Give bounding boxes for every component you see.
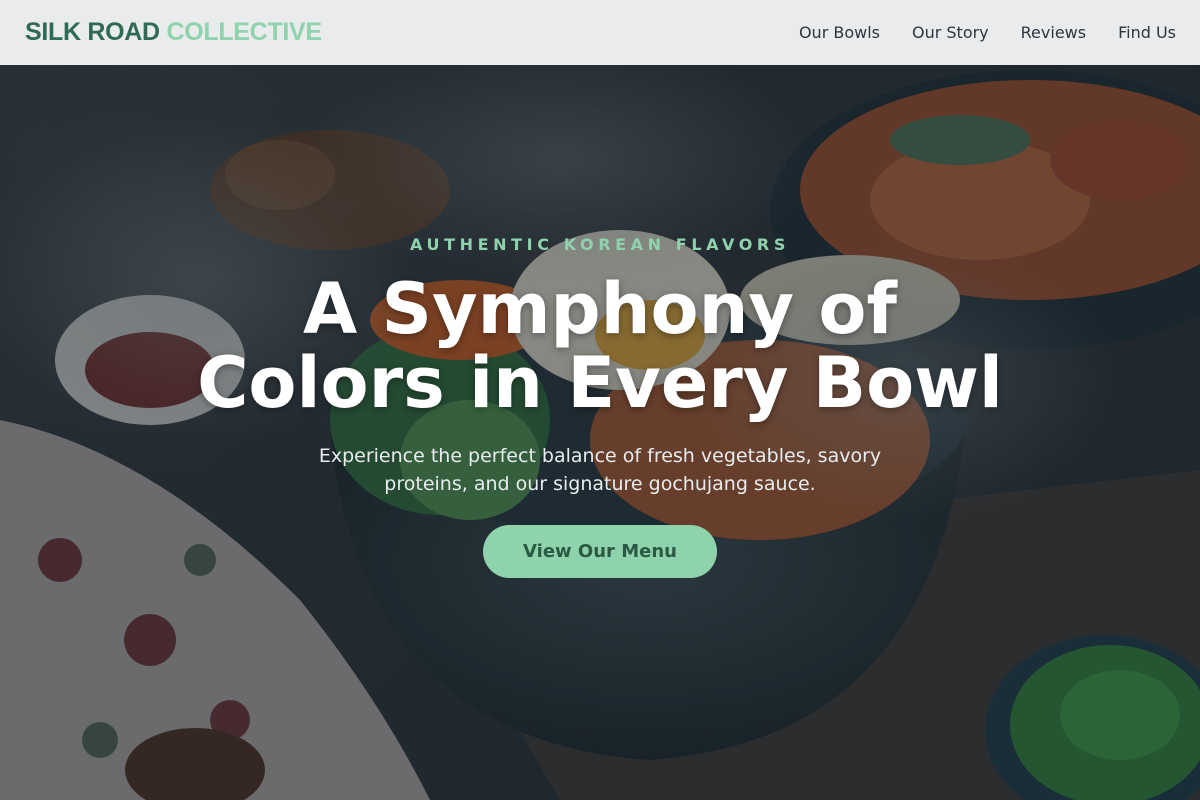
hero-headline-line1: A Symphony of: [303, 268, 897, 350]
nav-link-reviews[interactable]: Reviews: [1021, 23, 1086, 42]
nav-links: Our Bowls Our Story Reviews Find Us: [799, 23, 1176, 42]
nav-link-find-us[interactable]: Find Us: [1118, 23, 1176, 42]
nav-link-our-story[interactable]: Our Story: [912, 23, 989, 42]
hero-subtitle: Experience the perfect balance of fresh …: [318, 445, 882, 495]
hero-section: AUTHENTIC KOREAN FLAVORS A Symphony of C…: [0, 0, 1200, 800]
top-navbar: SILK ROAD COLLECTIVE Our Bowls Our Story…: [0, 0, 1200, 65]
view-menu-button[interactable]: View Our Menu: [483, 525, 717, 578]
nav-link-our-bowls[interactable]: Our Bowls: [799, 23, 880, 42]
hero-headline-line2: Colors in Every Bowl: [197, 342, 1003, 424]
brand-name-part1: SILK ROAD: [25, 18, 160, 46]
brand-name-part2: COLLECTIVE: [166, 18, 322, 46]
brand-logo[interactable]: SILK ROAD COLLECTIVE: [25, 18, 322, 47]
hero-eyebrow: AUTHENTIC KOREAN FLAVORS: [410, 235, 790, 254]
hero-headline: A Symphony of Colors in Every Bowl: [0, 272, 1200, 420]
